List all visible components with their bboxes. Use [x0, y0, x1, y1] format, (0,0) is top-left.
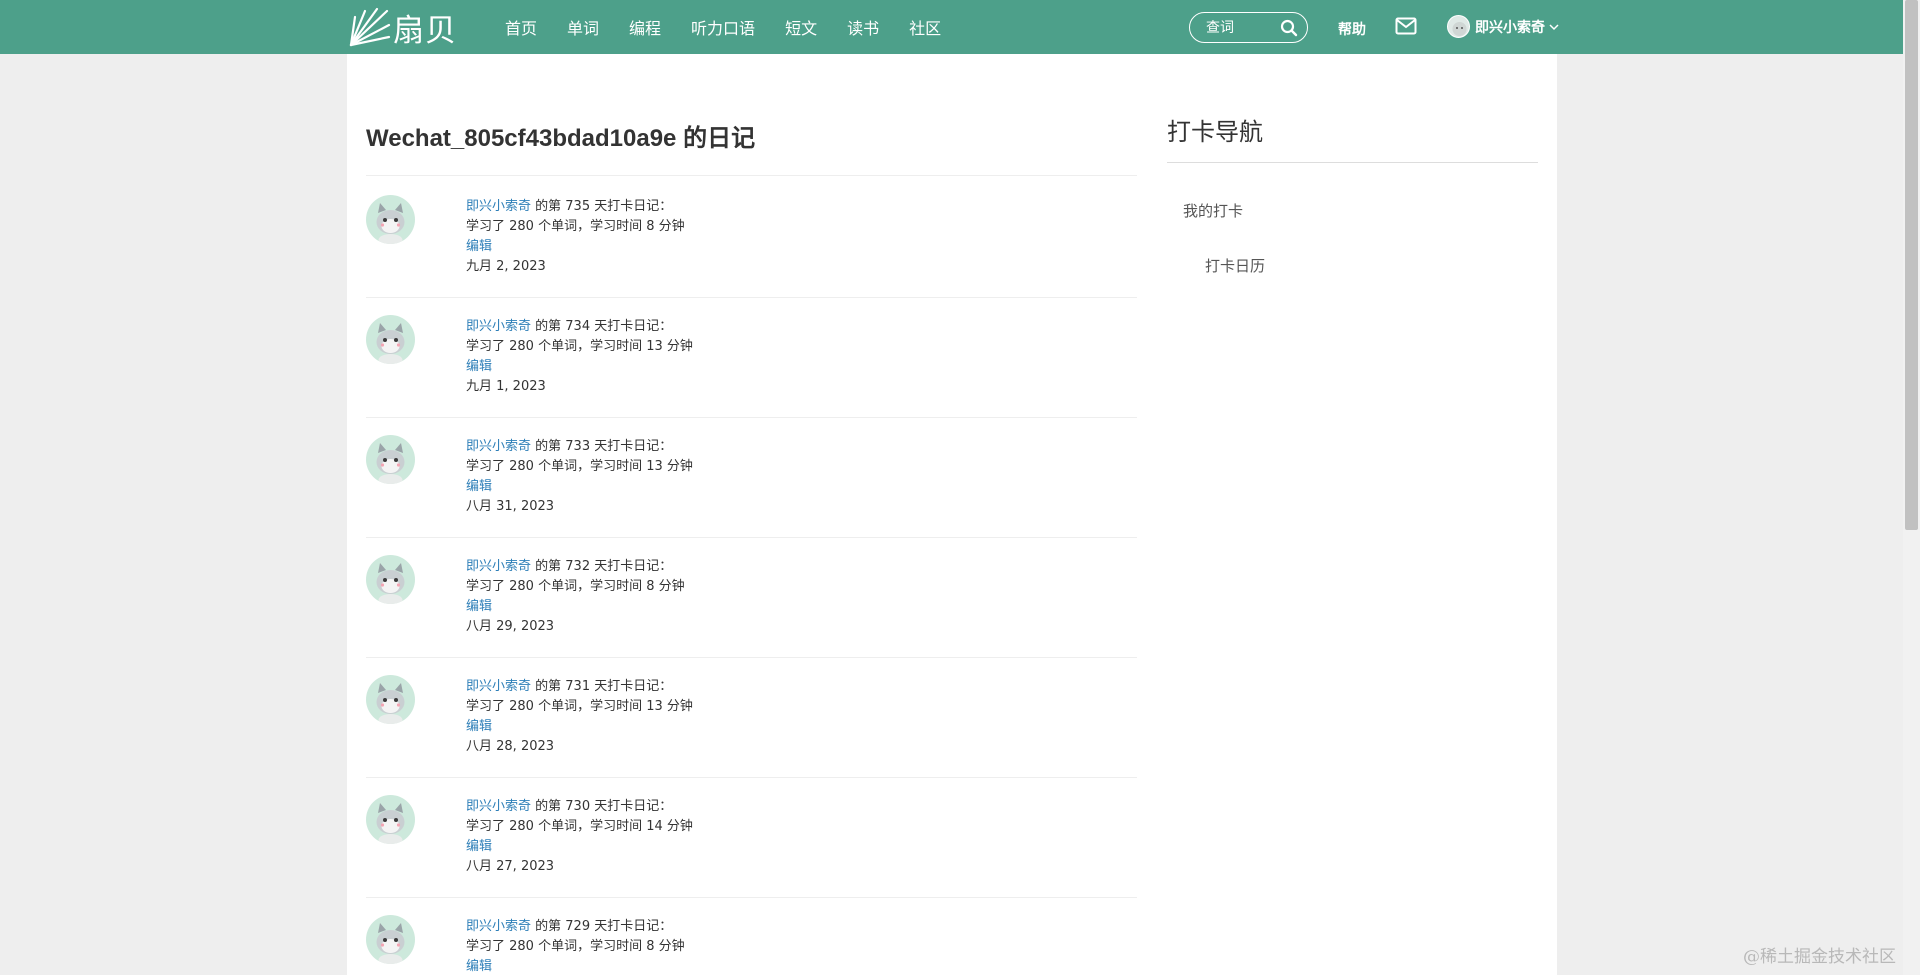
entry-summary: 学习了 280 个单词，学习时间 8 分钟 [466, 219, 685, 234]
edit-link[interactable]: 编辑 [466, 239, 492, 254]
sidebar-title: 打卡导航 [1167, 118, 1263, 146]
top-navbar: 扇贝 首页 单词 编程 听力口语 短文 读书 社区 帮助 即兴小索奇 [0, 0, 1903, 54]
page-title: Wechat_805cf43bdad10a9e 的日记 [366, 125, 756, 152]
main-nav: 首页 单词 编程 听力口语 短文 读书 社区 [505, 0, 971, 54]
scrollbar-thumb[interactable] [1905, 0, 1918, 530]
user-link[interactable]: 即兴小索奇 [466, 319, 531, 334]
diary-entry: 即兴小索奇 的第 732 天打卡日记： 学习了 280 个单词，学习时间 8 分钟… [366, 538, 1137, 658]
entry-date: 九月 2, 2023 [466, 259, 546, 274]
entry-date: 八月 31, 2023 [466, 499, 555, 514]
user-link[interactable]: 即兴小索奇 [466, 439, 531, 454]
entry-day: 的第 735 天打卡日记： [531, 199, 673, 214]
diary-entry: 即兴小索奇 的第 735 天打卡日记： 学习了 280 个单词，学习时间 8 分钟… [366, 178, 1137, 298]
entry-day: 的第 730 天打卡日记： [531, 799, 673, 814]
entry-day: 的第 729 天打卡日记： [531, 919, 673, 934]
diary-entry: 即兴小索奇 的第 731 天打卡日记： 学习了 280 个单词，学习时间 13 分… [366, 658, 1137, 778]
entry-date: 八月 28, 2023 [466, 739, 555, 754]
nav-reading[interactable]: 读书 [847, 15, 879, 39]
nav-articles[interactable]: 短文 [785, 15, 817, 39]
shell-logo-icon [349, 7, 391, 47]
user-link[interactable]: 即兴小索奇 [466, 799, 531, 814]
avatar[interactable] [366, 555, 415, 604]
divider [366, 175, 1137, 176]
watermark: @稀土掘金技术社区 [1743, 947, 1896, 967]
entry-body: 即兴小索奇 的第 729 天打卡日记： 学习了 280 个单词，学习时间 8 分钟… [466, 917, 685, 975]
avatar[interactable] [366, 915, 415, 964]
entry-summary: 学习了 280 个单词，学习时间 13 分钟 [466, 339, 693, 354]
entry-day: 的第 733 天打卡日记： [531, 439, 673, 454]
entry-day: 的第 734 天打卡日记： [531, 319, 673, 334]
avatar[interactable] [366, 435, 415, 484]
entry-summary: 学习了 280 个单词，学习时间 8 分钟 [466, 939, 685, 954]
search-icon[interactable] [1280, 19, 1298, 37]
edit-link[interactable]: 编辑 [466, 599, 492, 614]
diary-entry: 即兴小索奇 的第 729 天打卡日记： 学习了 280 个单词，学习时间 8 分钟… [366, 898, 1137, 975]
sidebar-item-checkin-calendar[interactable]: 打卡日历 [1205, 255, 1265, 276]
search-box [1189, 12, 1308, 43]
diary-entry: 即兴小索奇 的第 733 天打卡日记： 学习了 280 个单词，学习时间 13 分… [366, 418, 1137, 538]
entry-body: 即兴小索奇 的第 735 天打卡日记： 学习了 280 个单词，学习时间 8 分钟… [466, 197, 685, 277]
entry-heading: 即兴小索奇 的第 734 天打卡日记： [466, 317, 693, 337]
avatar[interactable] [366, 795, 415, 844]
nav-coding[interactable]: 编程 [629, 15, 661, 39]
user-name: 即兴小索奇 [1475, 19, 1545, 36]
avatar[interactable] [366, 315, 415, 364]
entry-summary: 学习了 280 个单词，学习时间 13 分钟 [466, 699, 693, 714]
user-link[interactable]: 即兴小索奇 [466, 679, 531, 694]
avatar[interactable] [366, 195, 415, 244]
entry-body: 即兴小索奇 的第 734 天打卡日记： 学习了 280 个单词，学习时间 13 分… [466, 317, 693, 397]
user-avatar [1447, 15, 1470, 38]
user-link[interactable]: 即兴小索奇 [466, 919, 531, 934]
edit-link[interactable]: 编辑 [466, 359, 492, 374]
logo-text: 扇贝 [393, 12, 457, 49]
nav-home[interactable]: 首页 [505, 15, 537, 39]
user-link[interactable]: 即兴小索奇 [466, 559, 531, 574]
entry-heading: 即兴小索奇 的第 732 天打卡日记： [466, 557, 685, 577]
diary-entry: 即兴小索奇 的第 730 天打卡日记： 学习了 280 个单词，学习时间 14 分… [366, 778, 1137, 898]
content-container: Wechat_805cf43bdad10a9e 的日记 即兴小索奇 的第 735… [347, 54, 1557, 975]
entry-heading: 即兴小索奇 的第 730 天打卡日记： [466, 797, 693, 817]
entry-summary: 学习了 280 个单词，学习时间 13 分钟 [466, 459, 693, 474]
entry-day: 的第 732 天打卡日记： [531, 559, 673, 574]
entry-body: 即兴小索奇 的第 732 天打卡日记： 学习了 280 个单词，学习时间 8 分钟… [466, 557, 685, 637]
entry-body: 即兴小索奇 的第 733 天打卡日记： 学习了 280 个单词，学习时间 13 分… [466, 437, 693, 517]
edit-link[interactable]: 编辑 [466, 839, 492, 854]
nav-listening[interactable]: 听力口语 [691, 15, 755, 39]
entry-heading: 即兴小索奇 的第 731 天打卡日记： [466, 677, 693, 697]
edit-link[interactable]: 编辑 [466, 959, 492, 974]
divider [1167, 162, 1538, 163]
search-input[interactable] [1206, 19, 1278, 36]
entry-heading: 即兴小索奇 的第 733 天打卡日记： [466, 437, 693, 457]
nav-community[interactable]: 社区 [909, 15, 941, 39]
nav-words[interactable]: 单词 [567, 15, 599, 39]
entry-date: 九月 1, 2023 [466, 379, 546, 394]
chevron-down-icon [1549, 23, 1559, 30]
user-link[interactable]: 即兴小索奇 [466, 199, 531, 214]
logo[interactable]: 扇贝 [347, 6, 457, 49]
scrollbar[interactable] [1903, 0, 1920, 975]
user-menu[interactable]: 即兴小索奇 [1447, 15, 1560, 38]
entry-body: 即兴小索奇 的第 731 天打卡日记： 学习了 280 个单词，学习时间 13 分… [466, 677, 693, 757]
entry-day: 的第 731 天打卡日记： [531, 679, 673, 694]
edit-link[interactable]: 编辑 [466, 719, 492, 734]
entry-summary: 学习了 280 个单词，学习时间 8 分钟 [466, 579, 685, 594]
mail-icon[interactable] [1395, 17, 1417, 35]
edit-link[interactable]: 编辑 [466, 479, 492, 494]
diary-entry: 即兴小索奇 的第 734 天打卡日记： 学习了 280 个单词，学习时间 13 分… [366, 298, 1137, 418]
entry-heading: 即兴小索奇 的第 729 天打卡日记： [466, 917, 685, 937]
help-link[interactable]: 帮助 [1338, 19, 1366, 39]
entry-heading: 即兴小索奇 的第 735 天打卡日记： [466, 197, 685, 217]
sidebar-item-my-checkin[interactable]: 我的打卡 [1183, 200, 1243, 221]
entry-date: 八月 29, 2023 [466, 619, 555, 634]
entry-summary: 学习了 280 个单词，学习时间 14 分钟 [466, 819, 693, 834]
avatar[interactable] [366, 675, 415, 724]
entry-body: 即兴小索奇 的第 730 天打卡日记： 学习了 280 个单词，学习时间 14 分… [466, 797, 693, 877]
entry-date: 八月 27, 2023 [466, 859, 555, 874]
